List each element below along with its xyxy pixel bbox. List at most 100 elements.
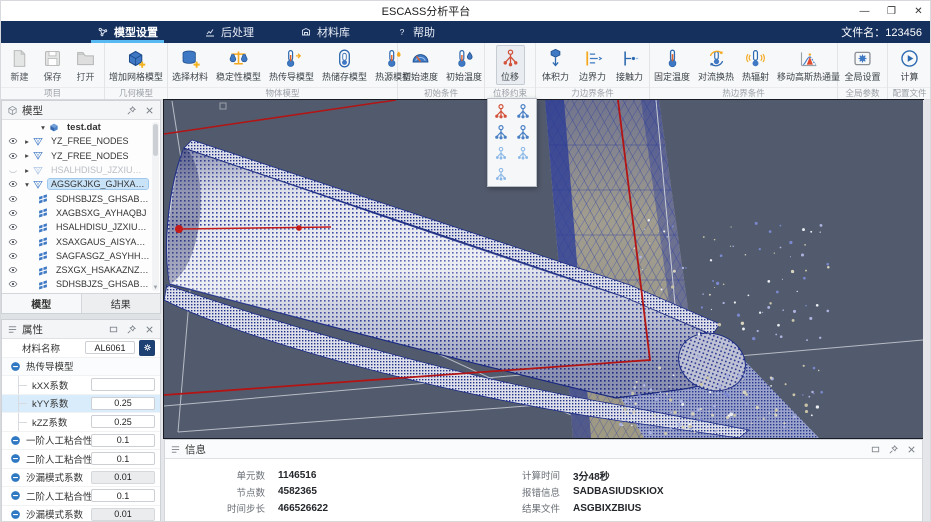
property-value-field[interactable]: 0.1 — [91, 452, 155, 465]
tree-row[interactable]: SAGFASGZ_ASYHHXSN — [2, 249, 160, 263]
close-button[interactable]: ✕ — [905, 1, 931, 21]
close-icon[interactable] — [144, 324, 155, 335]
toolbar-button[interactable]: 初始速度 — [398, 45, 442, 85]
toolbar-button[interactable]: 选择材料 — [168, 45, 212, 85]
eye-icon[interactable] — [7, 179, 22, 189]
close-icon[interactable] — [144, 105, 155, 116]
menu-tab[interactable]: ? 帮助 — [386, 21, 445, 43]
property-value-field[interactable]: 0.1 — [91, 434, 155, 447]
info-field: 节点数 4582365 — [205, 484, 500, 501]
toolbar-button[interactable]: 新建 — [5, 45, 34, 85]
expander-icon[interactable]: ▾ — [22, 180, 32, 189]
collapse-minus-icon[interactable] — [10, 361, 21, 372]
property-value-field[interactable]: AL6061 — [85, 341, 135, 354]
toolbar-button[interactable]: 固定温度 — [650, 45, 694, 85]
scrollbar[interactable]: ▼ — [152, 122, 159, 291]
tree-row-label: ZSXGX_HSAKAZNZXK_AMASX — [53, 265, 153, 275]
toolbar-button[interactable]: 保存 — [38, 45, 67, 85]
expander-icon[interactable]: ▾ — [38, 123, 48, 132]
viewport-3d[interactable] — [164, 100, 923, 438]
tree-row[interactable]: ZSXGX_HSAKAZNZXK_AMASX — [2, 263, 160, 277]
property-value-field[interactable] — [91, 378, 155, 391]
info-field-label: 计算时间 — [500, 468, 560, 482]
collapse-minus-icon[interactable] — [10, 435, 21, 446]
displacement-type-7[interactable] — [493, 166, 509, 182]
toolbar-button[interactable]: 对流换热 — [694, 45, 738, 85]
minimize-button[interactable]: — — [851, 1, 878, 21]
eye-icon[interactable] — [7, 151, 22, 161]
pin-icon[interactable] — [888, 444, 899, 455]
eye-off-icon[interactable] — [7, 165, 22, 175]
menu-tab[interactable]: 材料库 — [290, 21, 360, 43]
property-value-field[interactable]: 0.01 — [91, 508, 155, 521]
toolbar-button[interactable]: 全局设置 — [840, 45, 884, 85]
toolbar-button[interactable]: 边界力 — [575, 45, 610, 85]
tree-row[interactable]: XAGBSXG_AYHAQBJ — [2, 206, 160, 220]
property-value-field[interactable]: 0.25 — [91, 397, 155, 410]
tree-row[interactable]: HSALHDISU_JZXIUXHAHX — [2, 220, 160, 234]
heat-conduction-icon — [281, 48, 302, 69]
tree-row[interactable]: ▸ YZ_FREE_NODES — [2, 134, 160, 148]
eye-icon[interactable] — [7, 265, 22, 275]
displacement-type-3[interactable] — [493, 124, 509, 140]
toolbar-button[interactable]: 热辐射 — [738, 45, 773, 85]
toolbar-button[interactable]: 稳定性模型 — [212, 45, 265, 85]
tree-row[interactable]: SDHSBJZS_GHSABJHB_ZAHU — [2, 277, 160, 291]
property-value-field[interactable]: 0.01 — [91, 471, 155, 484]
expander-icon[interactable]: ▸ — [22, 151, 32, 160]
close-icon[interactable] — [906, 444, 917, 455]
eye-icon[interactable] — [7, 208, 22, 218]
property-label: 热传导模型 — [26, 359, 155, 373]
toolbar-button[interactable]: 打开 — [71, 45, 100, 85]
toolbar-button[interactable]: 体积力 — [538, 45, 573, 85]
toolbar-group-label: 物体模型 — [168, 87, 397, 99]
tree-row[interactable]: ▸ HSALHDISU_JZXIUXHAHX — [2, 163, 160, 177]
displacement-type-5[interactable] — [493, 145, 509, 161]
eye-icon[interactable] — [7, 279, 22, 289]
displacement-type-6[interactable] — [515, 145, 531, 161]
toolbar-button[interactable]: 增加网格模型 — [105, 45, 167, 85]
info-panel-title: 信息 — [185, 442, 870, 457]
property-value-field[interactable]: 0.1 — [91, 489, 155, 502]
tree-row[interactable]: ▾ test.dat — [2, 120, 160, 134]
menu-tab[interactable]: 模型设置 — [87, 21, 168, 43]
eye-icon[interactable] — [7, 237, 22, 247]
tree-row[interactable]: SDHSBJZS_GHSABJHB_ZAHU — [2, 191, 160, 205]
eye-placeholder[interactable] — [23, 122, 38, 132]
expander-icon[interactable]: ▸ — [22, 137, 32, 146]
toolbar-button[interactable]: 移动高斯热通量 — [773, 45, 844, 85]
model-result-tab[interactable]: 结果 — [82, 294, 161, 313]
menu-tab[interactable]: 后处理 — [194, 21, 264, 43]
eye-icon[interactable] — [7, 194, 22, 204]
scrollbar-thumb[interactable] — [153, 124, 158, 156]
tree-row[interactable]: ▸ YZ_FREE_NODES — [2, 149, 160, 163]
pin-icon[interactable] — [126, 324, 137, 335]
toolbar-button[interactable]: 初始温度 — [442, 45, 486, 85]
displacement-type-1[interactable] — [493, 103, 509, 119]
tree-row[interactable]: XSAXGAUS_AISYAQSH_ASHX — [2, 234, 160, 248]
eye-icon[interactable] — [7, 222, 22, 232]
maximize-button[interactable]: ❐ — [878, 1, 905, 21]
eye-icon[interactable] — [7, 251, 22, 261]
property-value-field[interactable]: 0.25 — [91, 415, 155, 428]
toolbar-button[interactable]: 热传导模型 — [265, 45, 318, 85]
model-result-tab[interactable]: 模型 — [2, 294, 82, 313]
displacement-type-2[interactable] — [515, 103, 531, 119]
collapse-minus-icon[interactable] — [10, 453, 21, 464]
toolbar-button[interactable]: 位移 — [496, 45, 525, 85]
collapse-minus-icon[interactable] — [10, 490, 21, 501]
collapse-minus-icon[interactable] — [10, 509, 21, 520]
expander-icon[interactable]: ▸ — [22, 166, 32, 175]
pin-icon[interactable] — [126, 105, 137, 116]
tree-row[interactable]: ▾ AGSGKJKG_GJHXAJKHXA — [2, 177, 160, 191]
collapse-minus-icon[interactable] — [10, 472, 21, 483]
scrollbar-down-arrow[interactable]: ▼ — [152, 285, 159, 291]
eye-icon[interactable] — [7, 136, 22, 146]
float-icon[interactable] — [870, 444, 881, 455]
toolbar-button[interactable]: 计算 — [895, 45, 924, 85]
float-icon[interactable] — [108, 324, 119, 335]
toolbar-button[interactable]: 热储存模型 — [318, 45, 371, 85]
gear-button[interactable] — [139, 340, 155, 356]
toolbar-button[interactable]: 接触力 — [612, 45, 647, 85]
displacement-type-4[interactable] — [515, 124, 531, 140]
